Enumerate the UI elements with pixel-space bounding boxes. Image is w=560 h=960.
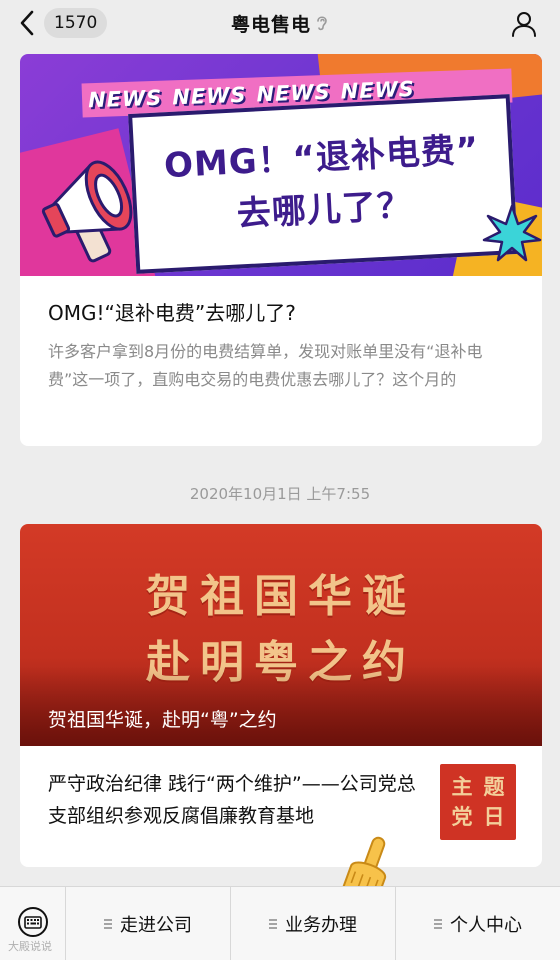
menu-lines-icon [104, 918, 112, 930]
person-icon [510, 10, 538, 38]
chevron-left-icon [20, 10, 34, 36]
menu-item-personal-center[interactable]: 个人中心 [396, 887, 560, 960]
news-word: NEWS [171, 82, 247, 110]
article-title[interactable]: 贺祖国华诞，赴明“粤”之约 [48, 705, 277, 732]
ear-icon [315, 14, 329, 32]
page-title-text: 粤电售电 [230, 13, 311, 36]
banner-headline-line: OMG！“退补电费” [163, 129, 481, 187]
menu-lines-icon [434, 918, 442, 930]
megaphone-icon [38, 146, 158, 270]
article-card-omg[interactable]: NEWS NEWS NEWS NEWS OMG！“退补电费” 去哪儿了？ OMG… [20, 54, 542, 446]
profile-button[interactable] [510, 10, 538, 38]
bottom-menu-bar: 走进公司 业务办理 个人中心 [0, 886, 560, 960]
watermark: 大殿说说 [8, 940, 52, 953]
news-word: NEWS [87, 85, 163, 113]
message-timestamp: 2020年10月1日 上午7:55 [189, 485, 371, 503]
menu-item-about-company[interactable]: 走进公司 [66, 887, 231, 960]
thumbnail-char: 题 [483, 774, 505, 799]
menu-item-business[interactable]: 业务办理 [231, 887, 396, 960]
sub-article-thumbnail: 主 题 党 日 [440, 764, 516, 840]
sub-article-item[interactable]: 严守政治纪律 践行“两个维护”——公司党总支部组织参观反腐倡廉教育基地 主 题 … [20, 746, 542, 867]
unread-count-badge: 1570 [44, 8, 108, 38]
top-nav-bar: 1570 粤电售电 [0, 0, 560, 46]
article-summary: 许多客户拿到8月份的电费结算单，发现对账单里没有“退补电费”这一项了，直购电交易… [48, 342, 483, 389]
banner-headline: OMG！“退补电费” 去哪儿了？ [128, 94, 518, 274]
menu-lines-icon [269, 918, 277, 930]
starburst-decoration [482, 204, 542, 268]
back-button[interactable]: 1570 [20, 8, 108, 38]
thumbnail-char: 主 [451, 774, 473, 799]
article-banner-image[interactable]: 贺祖国华诞 赴明粤之约 贺祖国华诞，赴明“粤”之约 [20, 524, 542, 746]
banner-calligraphy-line: 贺祖国华诞 [146, 571, 416, 622]
article-title[interactable]: OMG!“退补电费”去哪儿了? [48, 298, 514, 328]
article-banner-image: NEWS NEWS NEWS NEWS OMG！“退补电费” 去哪儿了？ [20, 54, 542, 276]
article-text: OMG!“退补电费”去哪儿了? 许多客户拿到8月份的电费结算单，发现对账单里没有… [20, 276, 542, 394]
sub-article-title: 严守政治纪律 践行“两个维护”——公司党总支部组织参观反腐倡廉教育基地 [48, 773, 416, 827]
menu-item-label: 走进公司 [120, 915, 192, 936]
menu-item-label: 个人中心 [450, 915, 522, 936]
menu-item-label: 业务办理 [285, 915, 357, 936]
article-card-national-day: 贺祖国华诞 赴明粤之约 贺祖国华诞，赴明“粤”之约 严守政治纪律 践行“两个维护… [20, 524, 542, 867]
banner-headline-line: 去哪儿了？ [235, 185, 413, 235]
keyboard-icon [17, 906, 49, 942]
news-word: NEWS [256, 79, 332, 107]
page-title: 粤电售电 [231, 10, 329, 37]
thumbnail-char: 党 [451, 804, 473, 829]
thumbnail-char: 日 [483, 804, 505, 829]
